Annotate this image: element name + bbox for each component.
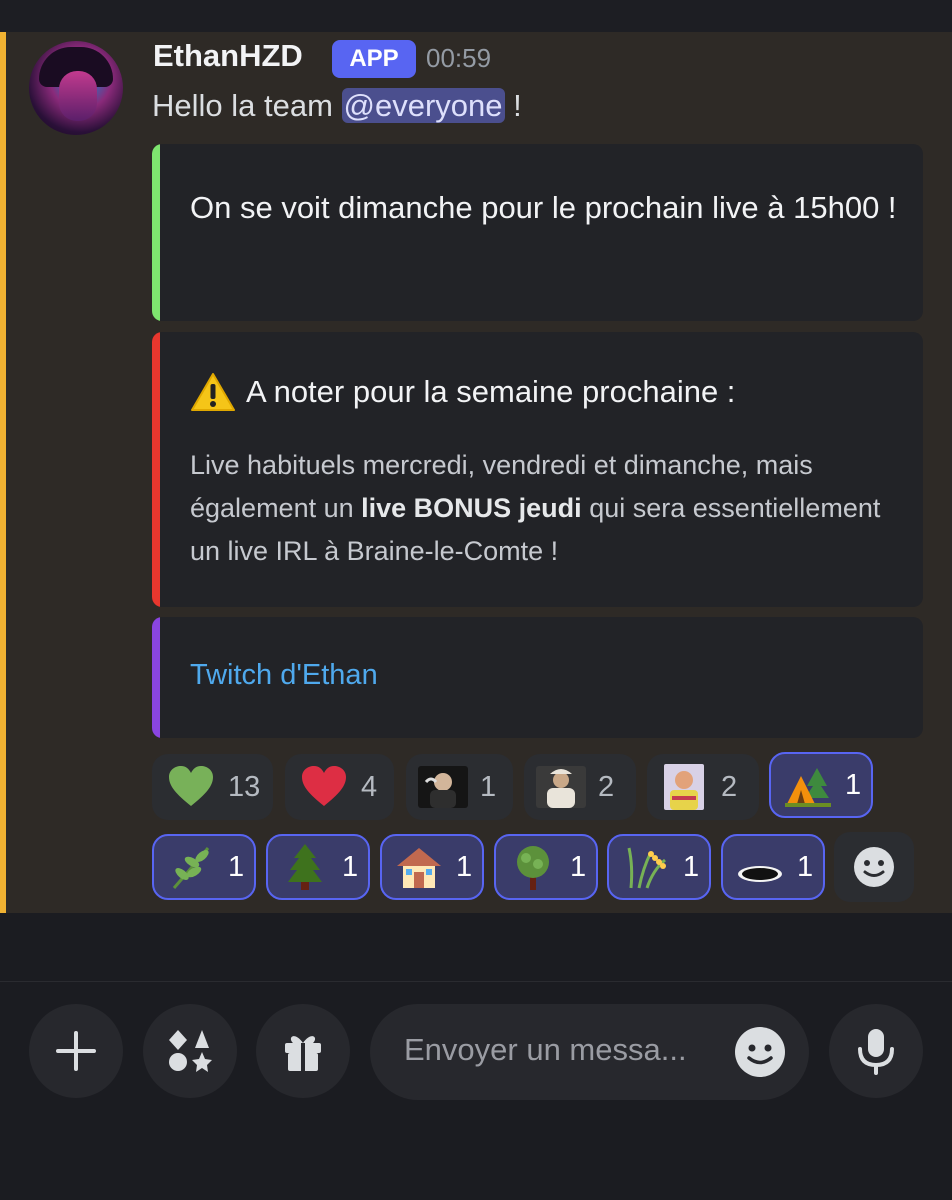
embed-note: A noter pour la semaine prochaine : Live… — [152, 332, 923, 607]
green-heart-icon — [169, 766, 213, 806]
reaction-count: 1 — [480, 770, 497, 803]
gift-icon — [285, 1036, 321, 1071]
embed-body: Live habituels mercredi, vendredi et dim… — [190, 444, 900, 573]
timestamp: 00:59 — [426, 43, 492, 73]
twitch-link[interactable]: Twitch d'Ethan — [190, 659, 378, 692]
hole-icon — [738, 866, 782, 882]
embed-body-bold: live BONUS jeudi — [361, 493, 582, 523]
message-list-end — [0, 913, 952, 982]
reaction-count: 1 — [456, 850, 473, 883]
reaction-count: 1 — [845, 768, 862, 801]
reaction-count: 1 — [683, 850, 700, 883]
camping-icon — [785, 768, 831, 807]
rice-ear-icon — [627, 847, 666, 889]
message-text-prefix: Hello la team — [152, 88, 342, 123]
smiley-icon — [854, 847, 894, 887]
embed-title: A noter pour la semaine prochaine : — [190, 372, 735, 412]
message-input-placeholder: Envoyer un messa... — [404, 1032, 687, 1067]
reaction-custom-1[interactable]: 1 — [406, 754, 513, 820]
attach-button[interactable] — [29, 1004, 123, 1098]
reaction-count: 4 — [361, 770, 378, 803]
embed-link: Twitch d'Ethan — [152, 617, 923, 738]
reaction-deciduous-tree[interactable]: 1 — [494, 834, 598, 900]
reaction-custom-2[interactable]: 2 — [524, 754, 636, 820]
message-composer: Envoyer un messa... — [0, 982, 952, 1200]
emoji-picker-icon[interactable] — [734, 1026, 786, 1078]
reaction-count: 1 — [570, 850, 587, 883]
mention-highlight-bar — [0, 32, 6, 913]
reaction-red-heart[interactable]: 4 — [285, 754, 394, 820]
custom-emoji-photo-2 — [536, 766, 586, 808]
embed-accent-bar — [152, 332, 160, 607]
reaction-rice-ear[interactable]: 1 — [607, 834, 711, 900]
voice-message-button[interactable] — [829, 1004, 923, 1098]
reaction-camping[interactable]: 1 — [769, 752, 873, 818]
reaction-count: 1 — [797, 850, 814, 883]
reaction-house[interactable]: 1 — [380, 834, 484, 900]
custom-emoji-photo-1 — [418, 766, 468, 808]
evergreen-tree-icon — [288, 844, 322, 890]
add-reaction-button[interactable] — [834, 832, 914, 902]
warning-icon — [191, 373, 235, 411]
reaction-green-heart[interactable]: 13 — [152, 754, 273, 820]
top-bar — [0, 0, 952, 32]
app-badge: APP — [332, 40, 416, 78]
mention-everyone[interactable]: @everyone — [341, 88, 505, 123]
embed-announcement: On se voit dimanche pour le prochain liv… — [152, 144, 923, 321]
embed-description: On se voit dimanche pour le prochain liv… — [190, 190, 897, 225]
microphone-icon — [858, 1029, 894, 1075]
embed-title-text: A noter pour la semaine prochaine : — [246, 374, 736, 409]
herb-icon — [172, 847, 210, 889]
message-text-suffix: ! — [504, 88, 522, 123]
custom-emoji-photo-3 — [664, 764, 704, 810]
avatar[interactable] — [29, 41, 123, 135]
reaction-evergreen-tree[interactable]: 1 — [266, 834, 370, 900]
reaction-count: 2 — [598, 770, 615, 803]
reaction-count: 2 — [721, 770, 738, 803]
username[interactable]: EthanHZD — [153, 38, 303, 74]
embed-accent-bar — [152, 617, 160, 738]
message-text: Hello la team @everyone ! — [152, 88, 522, 124]
gift-button[interactable] — [256, 1004, 350, 1098]
reaction-count: 1 — [228, 850, 245, 883]
message-input[interactable]: Envoyer un messa... — [370, 1004, 809, 1100]
house-icon — [397, 848, 441, 888]
reaction-hole[interactable]: 1 — [721, 834, 825, 900]
reaction-count: 13 — [228, 770, 261, 803]
reaction-custom-3[interactable]: 2 — [647, 754, 759, 820]
plus-icon — [56, 1031, 96, 1071]
red-heart-icon — [302, 766, 346, 806]
deciduous-tree-icon — [517, 846, 549, 890]
embed-accent-bar — [152, 144, 160, 321]
apps-button[interactable] — [143, 1004, 237, 1098]
reaction-count: 1 — [342, 850, 359, 883]
reaction-herb[interactable]: 1 — [152, 834, 256, 900]
message[interactable]: EthanHZD APP 00:59 Hello la team @everyo… — [0, 32, 952, 913]
apps-icon — [169, 1030, 212, 1072]
